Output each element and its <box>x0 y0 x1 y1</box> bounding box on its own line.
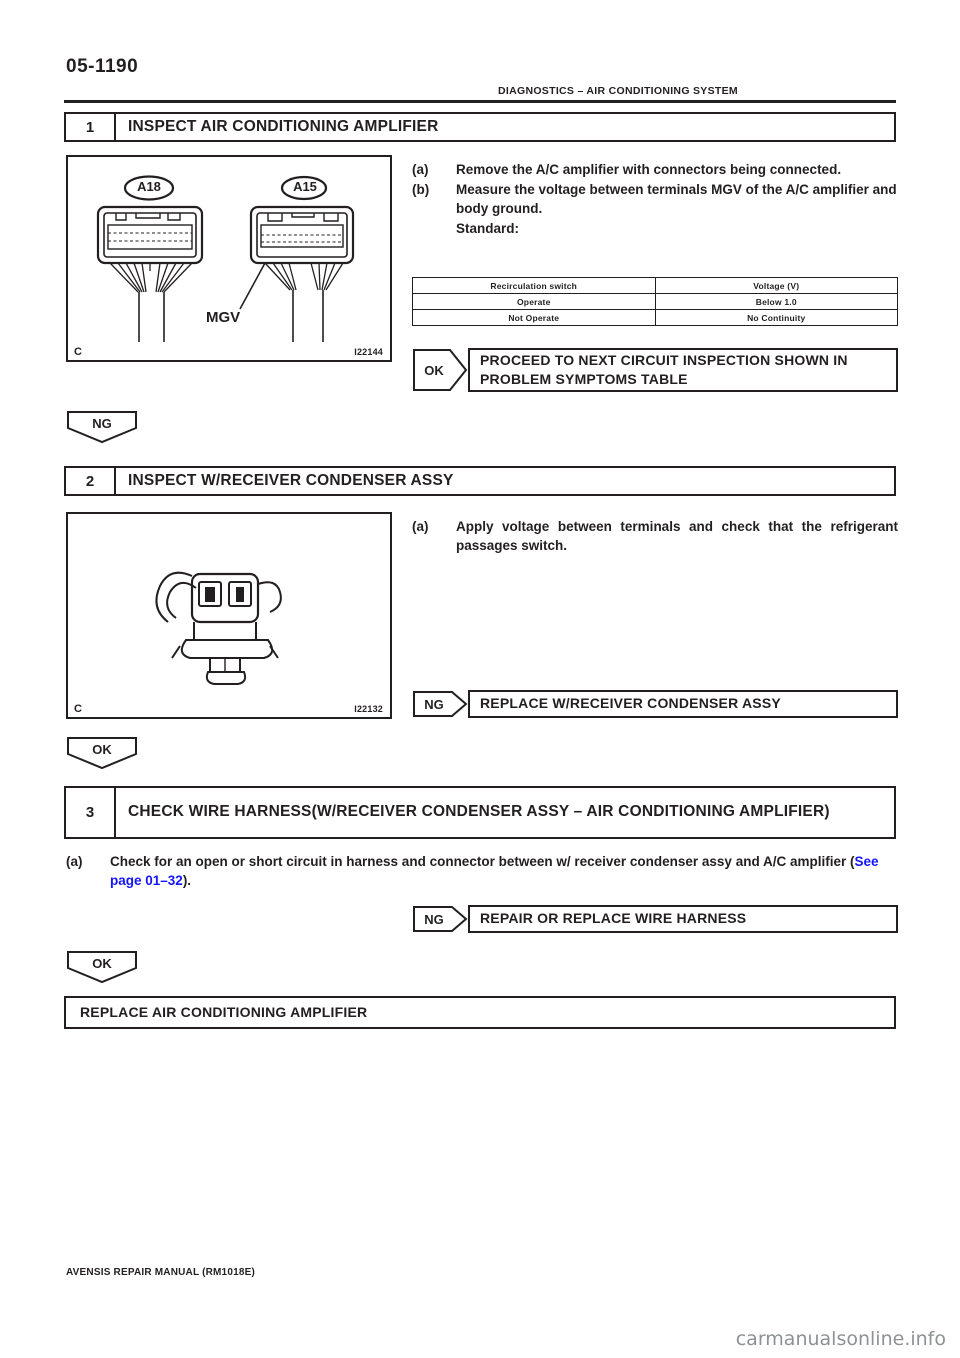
instruction-label: (b) <box>412 182 430 198</box>
final-action-box: REPLACE AIR CONDITIONING AMPLIFIER <box>64 996 896 1029</box>
table-row: Operate Below 1.0 <box>412 293 898 310</box>
standard-label: Standard: <box>456 221 520 237</box>
step-3-result-ng: NG REPAIR OR REPLACE WIRE HARNESS <box>412 905 898 933</box>
table-cell: Operate <box>412 293 656 310</box>
branch-ok-2: OK <box>66 736 138 770</box>
footer-text: AVENSIS REPAIR MANUAL (RM1018E) <box>66 1267 256 1278</box>
header-title: DIAGNOSTICS – AIR CONDITIONING SYSTEM <box>498 85 738 97</box>
connector-diagram <box>96 175 355 342</box>
connector-label-right: A15 <box>293 179 317 194</box>
result-box-text: REPLACE W/RECEIVER CONDENSER ASSY <box>468 690 898 718</box>
figure-code: I22132 <box>354 704 383 714</box>
table-row: Not Operate No Continuity <box>412 309 898 326</box>
table-header-row: Recirculation switch Voltage (V) <box>412 277 898 294</box>
step-3-header: 3 CHECK WIRE HARNESS(W/RECEIVER CONDENSE… <box>64 786 896 839</box>
page-number: 05-1190 <box>66 56 139 77</box>
table-header-cell: Voltage (V) <box>654 277 898 294</box>
instruction-label: (a) <box>412 519 429 534</box>
result-tag-ok: OK <box>412 348 468 392</box>
step-3-instructions: (a) Check for an open or short circuit i… <box>66 852 896 891</box>
step-2-header: 2 INSPECT W/RECEIVER CONDENSER ASSY <box>64 466 896 496</box>
instruction-text: Check for an open or short circuit in ha… <box>110 852 896 890</box>
step-2-instructions: (a) Apply voltage between terminals and … <box>412 517 898 556</box>
result-tag-label: NG <box>424 911 444 927</box>
figure-corner-mark: C <box>74 703 82 715</box>
header-rule <box>64 100 896 103</box>
table-header-cell: Recirculation switch <box>412 277 656 294</box>
step-3-number: 3 <box>66 788 116 837</box>
connector-label-left: A18 <box>137 179 161 194</box>
result-tag-ng: NG <box>412 690 468 718</box>
condenser-connector-diagram <box>155 571 282 685</box>
instruction-text: Apply voltage between terminals and chec… <box>456 519 898 554</box>
instruction-label: (a) <box>66 854 83 869</box>
result-tag-ng: NG <box>412 905 468 933</box>
instruction-text: Remove the A/C amplifier with connectors… <box>456 162 842 177</box>
branch-label: OK <box>92 955 112 971</box>
step-3-title: CHECK WIRE HARNESS(W/RECEIVER CONDENSER … <box>128 803 830 821</box>
step-1-result-ok: OK PROCEED TO NEXT CIRCUIT INSPECTION SH… <box>412 348 898 392</box>
result-box-text: REPAIR OR REPLACE WIRE HARNESS <box>468 905 898 933</box>
instruction-item: (b) Measure the voltage between terminal… <box>412 180 898 218</box>
manual-page: 05-1190 DIAGNOSTICS – AIR CONDITIONING S… <box>0 0 960 1358</box>
result-box-text: PROCEED TO NEXT CIRCUIT INSPECTION SHOWN… <box>468 348 898 392</box>
instruction-item: (a) Apply voltage between terminals and … <box>412 517 898 555</box>
step-2-result-ng: NG REPLACE W/RECEIVER CONDENSER ASSY <box>412 690 898 718</box>
instruction-item: (a) Check for an open or short circuit i… <box>66 852 896 890</box>
instruction-text-after: ). <box>182 873 192 889</box>
watermark: carmanualsonline.info <box>735 1328 946 1350</box>
branch-ng-1: NG <box>66 410 138 444</box>
table-cell: No Continuity <box>654 309 898 326</box>
step-1-title: INSPECT AIR CONDITIONING AMPLIFIER <box>128 117 439 135</box>
standard-table: Recirculation switch Voltage (V) Operate… <box>412 277 898 326</box>
instruction-text-before: Check for an open or short circuit in ha… <box>110 854 855 869</box>
branch-ok-3: OK <box>66 950 138 984</box>
step-1-number: 1 <box>66 114 116 140</box>
branch-label: OK <box>92 741 112 757</box>
step-2-title: INSPECT W/RECEIVER CONDENSER ASSY <box>128 471 454 489</box>
instruction-text: Measure the voltage between terminals MG… <box>456 182 897 217</box>
step-1-header: 1 INSPECT AIR CONDITIONING AMPLIFIER <box>64 112 896 142</box>
table-cell: Below 1.0 <box>654 293 898 310</box>
figure-code: I22144 <box>354 347 383 357</box>
terminal-label-mgv: MGV <box>206 309 241 326</box>
table-cell: Not Operate <box>412 309 656 326</box>
result-tag-label: OK <box>424 362 444 378</box>
figure-corner-mark: C <box>74 346 82 358</box>
step-2-number: 2 <box>66 468 116 494</box>
result-tag-label: NG <box>424 696 444 712</box>
instruction-item: (a) Remove the A/C amplifier with connec… <box>412 160 898 179</box>
step-2-figure: C I22132 <box>66 512 392 719</box>
branch-label: NG <box>92 415 112 431</box>
instruction-label: (a) <box>412 162 429 177</box>
step-1-figure: A18 A15 MGV C I22144 <box>66 155 392 362</box>
step-1-instructions: (a) Remove the A/C amplifier with connec… <box>412 160 898 239</box>
